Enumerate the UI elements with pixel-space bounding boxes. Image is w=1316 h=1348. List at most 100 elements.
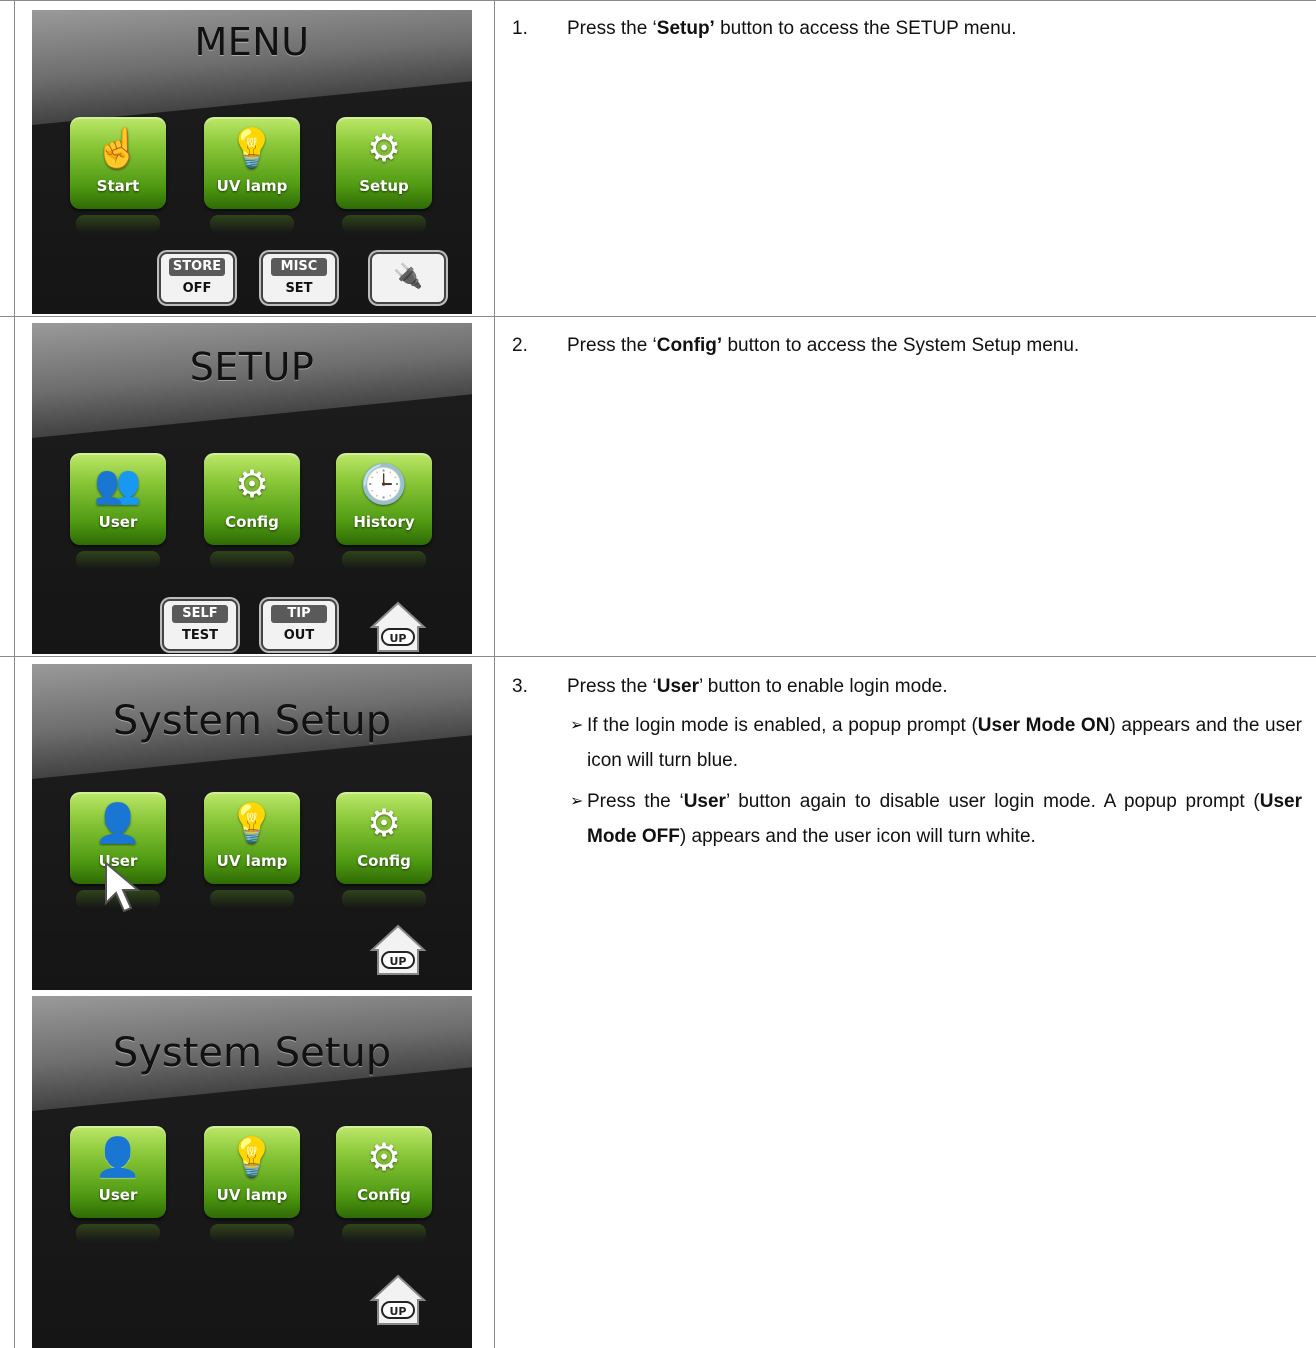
tip-out-bottom: OUT (283, 628, 315, 643)
gears-icon: ⚙ (366, 128, 402, 170)
table-border-left (14, 0, 15, 1348)
arrow-bullet-icon: ➢ (570, 717, 584, 734)
uv-lamp-button-label: UV lamp (216, 177, 288, 195)
home-up-label: UP (390, 955, 407, 968)
home-up-icon: UP (369, 1274, 427, 1325)
lightbulb-icon: 💡 (228, 128, 276, 170)
home-up-label: UP (390, 632, 407, 645)
self-test-bottom: TEST (182, 628, 218, 643)
start-button[interactable]: ☝ Start (70, 117, 166, 233)
row-divider-2 (0, 656, 1316, 657)
gear-icon: ⚙ (234, 464, 270, 506)
bullet-bold: User Mode ON (977, 715, 1110, 736)
screen-title: MENU (194, 20, 310, 64)
table-border-top (0, 0, 1316, 1)
config-button[interactable]: ⚙ Config (336, 792, 432, 908)
bullet-text: If the login mode is enabled, a popup pr… (587, 715, 978, 736)
bullet-text: ) appears and the user icon will turn wh… (679, 826, 1036, 847)
plug-icon: 🔌 (393, 263, 423, 290)
bullet-item: ➢ If the login mode is enabled, a popup … (512, 708, 1302, 778)
step-text: Press the ‘ (567, 676, 657, 697)
uv-lamp-button-label: UV lamp (216, 852, 288, 870)
misc-set-bottom: SET (285, 281, 313, 296)
user-card-icon: 👤 (94, 803, 142, 845)
step-1: 1. Press the ‘Setup’ button to access th… (512, 14, 1302, 44)
step-number: 1. (512, 18, 528, 39)
column-divider (494, 0, 495, 1348)
step-text: Press the ‘ (567, 335, 657, 356)
arrow-bullet-icon: ➢ (570, 793, 584, 810)
start-button-label: Start (96, 177, 140, 195)
config-button-label: Config (225, 513, 279, 531)
step-bold: Setup’ (656, 18, 715, 39)
screen-title: System Setup (112, 1030, 392, 1076)
step-number: 3. (512, 676, 528, 697)
misc-set-top: MISC (271, 258, 327, 276)
lightbulb-icon: 💡 (228, 1137, 276, 1179)
step-text: button to access the SETUP menu. (714, 18, 1017, 39)
step-3-text: 3. Press the ‘User’ button to enable log… (512, 672, 1302, 854)
user-button[interactable]: 👥 User (70, 453, 166, 569)
step-3-bullets: ➢ If the login mode is enabled, a popup … (512, 708, 1302, 854)
store-off-top: STORE (169, 258, 225, 276)
store-off-button[interactable]: STORE OFF (159, 252, 235, 304)
step-1-text: 1. Press the ‘Setup’ button to access th… (512, 14, 1302, 44)
self-test-top: SELF (172, 605, 228, 623)
up-home-button[interactable]: UP (368, 599, 428, 654)
step-bold: Config’ (656, 335, 723, 356)
tip-out-button[interactable]: TIP OUT (261, 599, 337, 651)
setup-button[interactable]: ⚙ Setup (336, 117, 432, 233)
up-home-button[interactable]: UP (368, 1272, 428, 1328)
user-card-blue-icon: 👤 (94, 1137, 142, 1179)
step-text: button to access the System Setup menu. (722, 335, 1080, 356)
uv-lamp-button[interactable]: 💡 UV lamp (204, 117, 300, 233)
uv-lamp-button-label: UV lamp (216, 1186, 288, 1204)
gear-icon: ⚙ (366, 1137, 402, 1179)
uv-lamp-button[interactable]: 💡 UV lamp (204, 1126, 300, 1242)
clock-icon: 🕒 (360, 464, 408, 506)
menu-screen: MENU ☝ Start 💡 UV lamp ⚙ Setup STORE OFF… (32, 10, 472, 314)
hand-pointer-icon: ☝ (94, 128, 142, 170)
step-2-text: 2. Press the ‘Config’ button to access t… (512, 331, 1302, 361)
user-button-label: User (98, 513, 138, 531)
store-off-bottom: OFF (182, 281, 212, 296)
setup-screen: SETUP 👥 User ⚙ Config 🕒 History SELF TES… (32, 323, 472, 654)
step-3: 3. Press the ‘User’ button to enable log… (512, 672, 1302, 702)
plug-button[interactable]: 🔌 (370, 252, 446, 304)
bullet-text: ’ button again to disable user login mod… (725, 791, 1260, 812)
screen-title: SETUP (189, 345, 315, 389)
step-text: Press the ‘ (567, 18, 657, 39)
history-button-label: History (353, 513, 415, 531)
bullet-item: ➢ Press the ‘User’ button again to disab… (512, 784, 1302, 854)
config-button[interactable]: ⚙ Config (336, 1126, 432, 1242)
step-number: 2. (512, 335, 528, 356)
gear-icon: ⚙ (366, 803, 402, 845)
config-button-label: Config (357, 1186, 411, 1204)
setup-button-label: Setup (359, 177, 409, 195)
step-2: 2. Press the ‘Config’ button to access t… (512, 331, 1302, 361)
system-setup-screen-after: System Setup 👤 User 💡 UV lamp ⚙ Config U… (32, 996, 472, 1348)
system-setup-screen-before: System Setup 👤 User 💡 UV lamp ⚙ Config U… (32, 664, 472, 990)
config-button-label: Config (357, 852, 411, 870)
tip-out-top: TIP (271, 605, 327, 623)
home-up-icon: UP (369, 601, 427, 652)
user-button-label: User (98, 1186, 138, 1204)
uv-lamp-button[interactable]: 💡 UV lamp (204, 792, 300, 908)
config-button[interactable]: ⚙ Config (204, 453, 300, 569)
step-bold: User (656, 676, 700, 697)
home-up-icon: UP (369, 924, 427, 975)
users-icon: 👥 (94, 464, 142, 506)
self-test-button[interactable]: SELF TEST (162, 599, 238, 651)
bullet-text: Press the ‘ (587, 791, 684, 812)
home-up-label: UP (390, 1305, 407, 1318)
misc-set-button[interactable]: MISC SET (261, 252, 337, 304)
screen-title: System Setup (112, 698, 392, 744)
row-divider-1 (0, 316, 1316, 317)
pointer-cursor-icon (100, 859, 146, 920)
user-button-active[interactable]: 👤 User (70, 1126, 166, 1242)
bullet-bold: User (683, 791, 726, 812)
up-home-button[interactable]: UP (368, 922, 428, 978)
step-text: ’ button to enable login mode. (699, 676, 948, 697)
lightbulb-icon: 💡 (228, 803, 276, 845)
history-button[interactable]: 🕒 History (336, 453, 432, 569)
